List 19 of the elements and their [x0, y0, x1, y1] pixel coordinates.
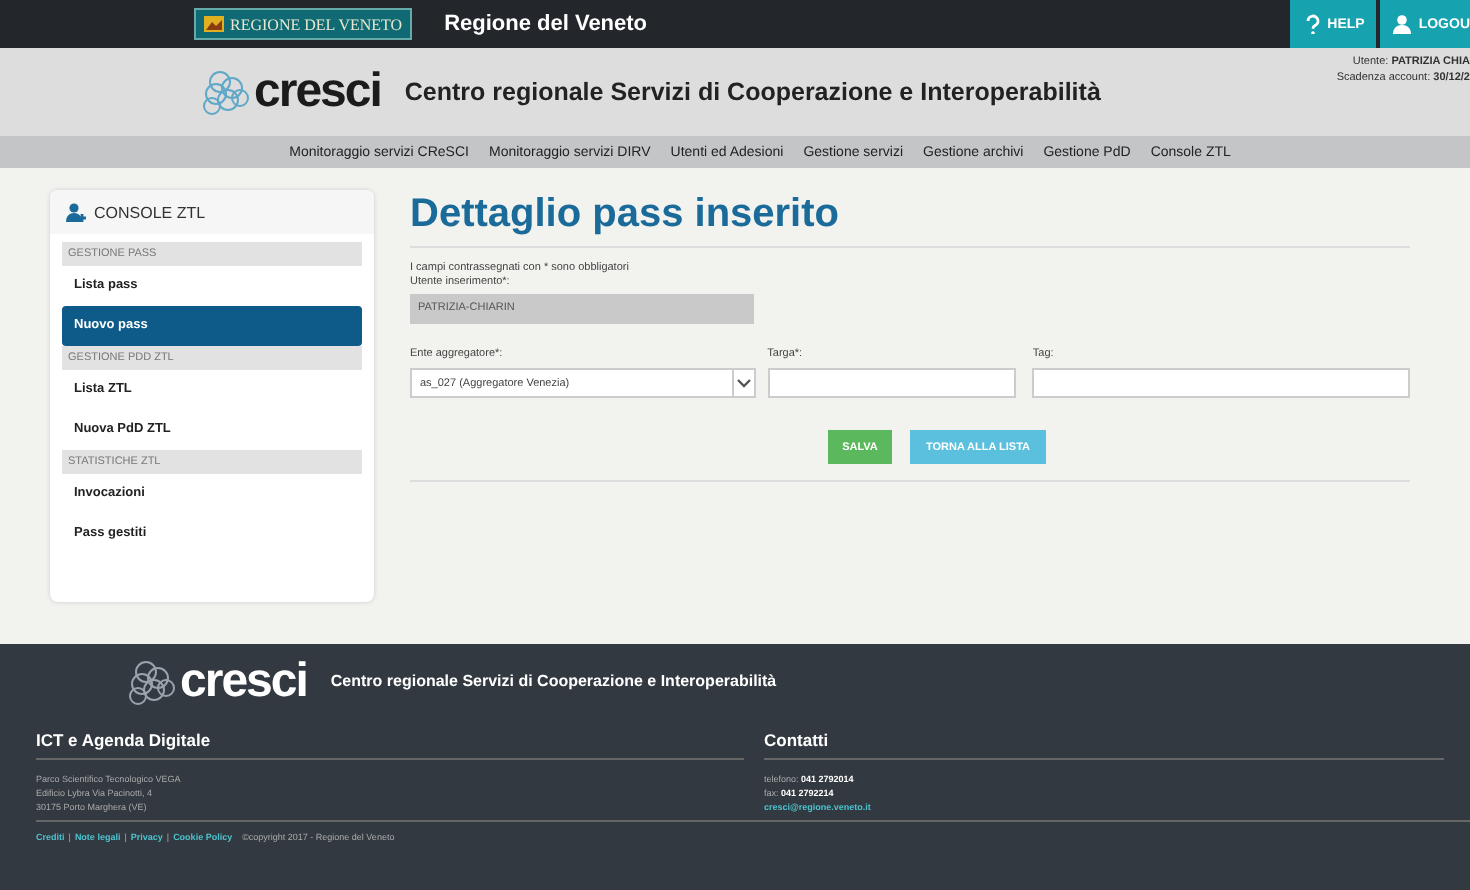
crest-icon	[204, 16, 224, 32]
cresci-logo: cresci	[126, 657, 307, 705]
question-icon	[1301, 14, 1322, 34]
cresci-logo: cresci	[200, 68, 381, 116]
footer-heading: Contatti	[764, 730, 831, 754]
footer-title: Centro regionale Servizi di Cooperazione e Interoperabilità	[330, 672, 777, 690]
page-title: Dettaglio pass inserito	[410, 192, 841, 238]
swirl-icon	[200, 68, 252, 116]
user-icon	[1392, 14, 1413, 34]
site-title: Centro regionale Servizi di Cooperazione e Interoperabilità	[404, 78, 1101, 106]
user-add-icon	[66, 202, 86, 222]
site-name: Regione del Veneto	[444, 12, 648, 36]
input-field[interactable]	[1032, 368, 1410, 398]
footer-heading: ICT e Agenda Digitale	[36, 730, 213, 754]
region-badge[interactable]: REGIONE DEL VENETO	[194, 8, 413, 40]
sidebar-title: CONSOLE ZTL	[94, 203, 206, 221]
input-field[interactable]	[767, 368, 1017, 398]
caret-icon	[735, 378, 752, 388]
swirl-icon	[126, 657, 178, 705]
